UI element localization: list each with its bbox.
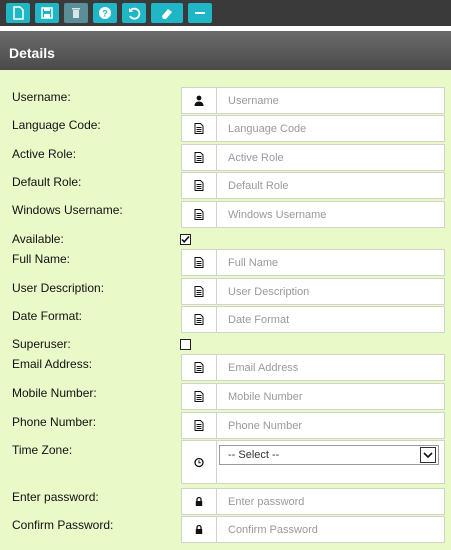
default-role-label: Default Role: (12, 175, 82, 189)
document-icon (182, 384, 217, 409)
phone-number-field (181, 412, 445, 439)
enter-password-field (181, 488, 445, 515)
minus-button[interactable] (188, 3, 212, 23)
user-description-input[interactable] (217, 279, 444, 304)
document-icon (182, 250, 217, 275)
document-icon (182, 413, 217, 438)
time-zone-label: Time Zone: (12, 443, 73, 457)
username-field (181, 87, 445, 114)
mobile-number-input[interactable] (217, 384, 444, 409)
user-description-label: User Description: (12, 281, 105, 295)
superuser-label: Superuser: (12, 337, 71, 351)
lock-icon (182, 489, 217, 514)
chevron-down-icon (420, 447, 436, 463)
full-name-label: Full Name: (12, 252, 71, 266)
active-role-field (181, 144, 445, 171)
active-role-label: Active Role: (12, 147, 77, 161)
mobile-number-label: Mobile Number: (12, 386, 97, 400)
clock-icon (182, 441, 217, 483)
undo-button[interactable] (122, 3, 146, 23)
available-label: Available: (12, 232, 64, 246)
checkmark-icon (181, 235, 190, 243)
mobile-number-field (181, 383, 445, 410)
enter-password-label: Enter password: (12, 490, 99, 504)
full-name-input[interactable] (217, 250, 444, 275)
new-document-icon (13, 6, 24, 20)
eraser-button[interactable] (151, 3, 183, 23)
time-zone-selected: -- Select -- (228, 449, 280, 461)
save-button[interactable] (35, 3, 59, 23)
time-zone-select[interactable]: -- Select -- (219, 445, 439, 465)
eraser-icon (162, 9, 172, 19)
username-label: Username: (12, 90, 71, 104)
full-name-field (181, 249, 445, 276)
document-icon (182, 145, 217, 170)
language-code-input[interactable] (217, 116, 444, 141)
document-icon (182, 307, 217, 332)
windows-username-input[interactable] (217, 202, 444, 227)
user-icon (182, 88, 217, 113)
date-format-label: Date Format: (12, 309, 83, 323)
phone-number-label: Phone Number: (12, 415, 97, 429)
email-address-field (181, 354, 445, 381)
enter-password-input[interactable] (217, 489, 444, 514)
undo-icon (129, 7, 141, 20)
document-icon (182, 355, 217, 380)
email-address-input[interactable] (217, 355, 444, 380)
date-format-input[interactable] (217, 307, 444, 332)
superuser-checkbox[interactable] (180, 339, 191, 350)
lock-icon (182, 517, 217, 542)
trash-icon (72, 8, 80, 18)
document-icon (182, 279, 217, 304)
default-role-input[interactable] (217, 173, 444, 198)
active-role-input[interactable] (217, 145, 444, 170)
toolbar: ? (0, 0, 451, 26)
language-code-field (181, 115, 445, 142)
save-icon (41, 7, 53, 19)
available-checkbox[interactable] (180, 234, 191, 245)
default-role-field (181, 172, 445, 199)
confirm-password-input[interactable] (217, 517, 444, 542)
panel-title: Details (9, 45, 55, 61)
document-icon (182, 173, 217, 198)
help-button[interactable]: ? (93, 3, 117, 23)
windows-username-field (181, 201, 445, 228)
windows-username-label: Windows Username: (12, 203, 123, 217)
username-input[interactable] (217, 88, 444, 113)
details-header: Details (0, 31, 451, 70)
phone-number-input[interactable] (217, 413, 444, 438)
new-button[interactable] (6, 3, 30, 23)
svg-text:?: ? (102, 9, 108, 19)
language-code-label: Language Code: (12, 118, 101, 132)
confirm-password-field (181, 516, 445, 543)
document-icon (182, 202, 217, 227)
user-description-field (181, 278, 445, 305)
email-address-label: Email Address: (12, 357, 93, 371)
date-format-field (181, 306, 445, 333)
help-icon: ? (99, 7, 111, 19)
minus-icon (195, 12, 205, 14)
confirm-password-label: Confirm Password: (12, 518, 114, 532)
document-icon (182, 116, 217, 141)
delete-button[interactable] (64, 3, 88, 23)
